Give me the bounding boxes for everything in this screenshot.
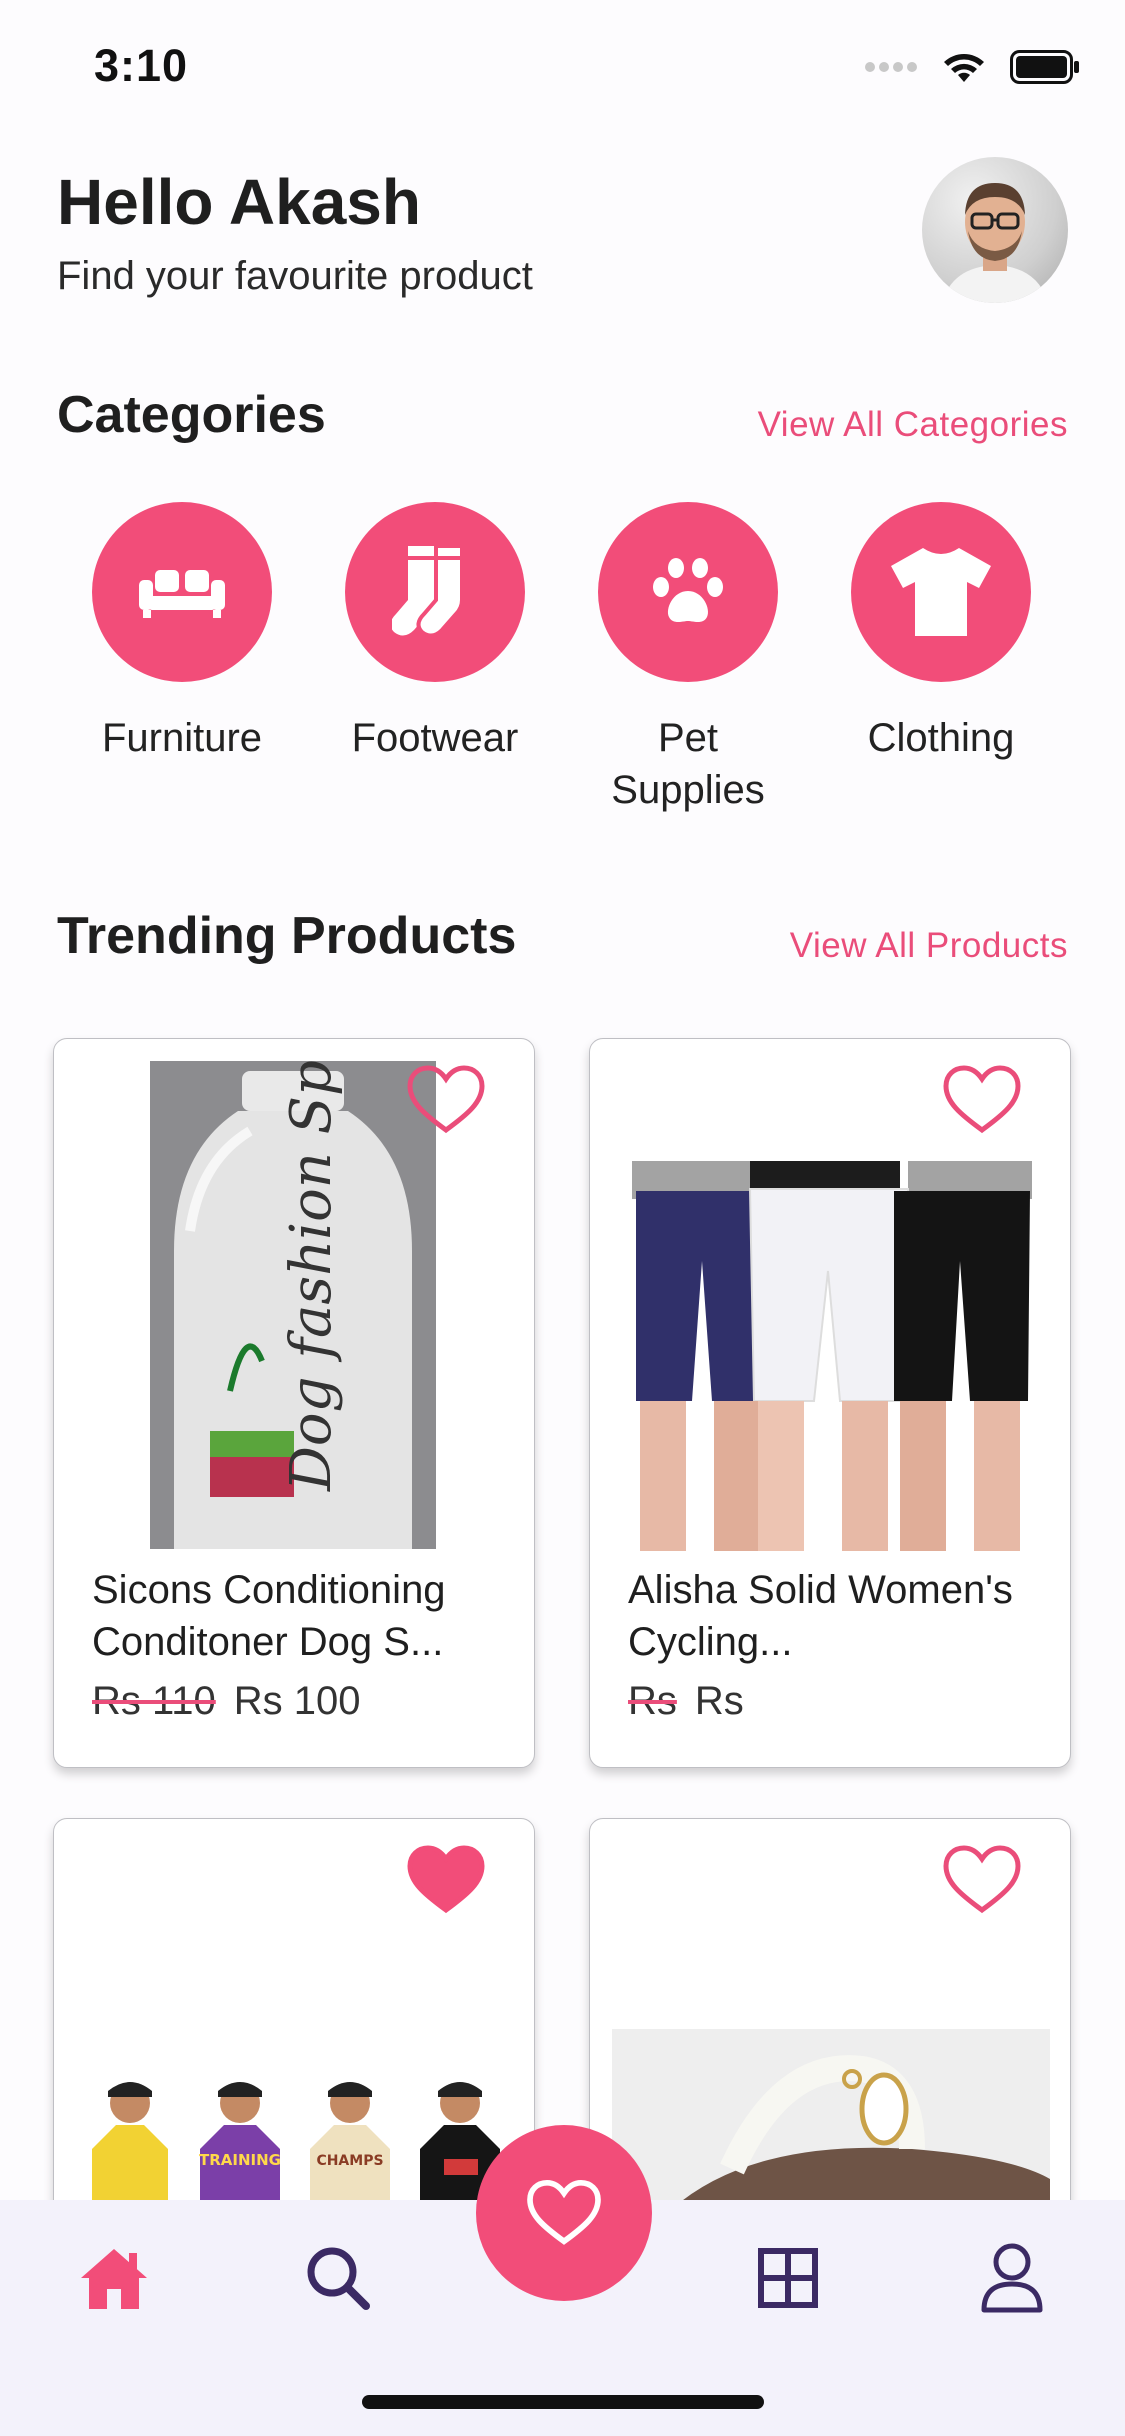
heart-filled-icon — [407, 1845, 485, 1914]
home-icon — [81, 2249, 147, 2309]
svg-text:CHAMPS: CHAMPS — [316, 2153, 383, 2169]
user-avatar-icon — [942, 183, 1048, 303]
category-furniture[interactable]: Furniture — [82, 502, 282, 764]
category-pet-supplies[interactable]: Pet Supplies — [588, 502, 788, 816]
view-all-products-link[interactable]: View All Products — [790, 926, 1068, 966]
current-price: Rs 100 — [233, 1679, 361, 1723]
avatar[interactable] — [922, 157, 1068, 303]
tshirt-icon — [891, 548, 991, 636]
search-icon — [307, 2247, 370, 2310]
product-card[interactable]: Dog fashion Spa Sicons Conditioning Cond… — [53, 1038, 535, 1768]
battery-icon — [1010, 50, 1079, 84]
kids-tshirts-image: TRAINING CHAMPS — [92, 2082, 500, 2209]
view-all-categories-link[interactable]: View All Categories — [758, 405, 1068, 445]
product-price: Rs 110 Rs 100 — [92, 1679, 361, 1724]
product-name: Alisha Solid Women's Cycling... — [628, 1568, 1013, 1664]
heart-outline-icon — [943, 1845, 1021, 1914]
category-label: Footwear — [351, 716, 519, 760]
category-icon-circle — [851, 502, 1031, 682]
product-image: TRAINING CHAMPS — [74, 2069, 516, 2209]
greeting-title: Hello Akash — [57, 166, 421, 238]
sofa-icon — [139, 570, 225, 618]
socks-icon — [392, 544, 464, 638]
category-label: Clothing — [867, 716, 1015, 760]
svg-text:TRAINING: TRAINING — [199, 2151, 281, 2169]
favourite-toggle[interactable] — [942, 1844, 1022, 1921]
product-price: Rs Rs — [628, 1679, 744, 1724]
wifi-icon — [944, 54, 984, 82]
svg-text:Dog fashion Spa: Dog fashion Spa — [279, 1061, 344, 1492]
home-indicator — [362, 2395, 764, 2409]
old-price: Rs 110 — [92, 1679, 216, 1723]
favourites-button[interactable] — [476, 2125, 652, 2301]
product-name: Sicons Conditioning Conditoner Dog S... — [92, 1568, 446, 1664]
old-price: Rs — [628, 1679, 677, 1723]
categories-title: Categories — [57, 386, 326, 444]
tab-home[interactable] — [74, 2238, 154, 2318]
favourite-toggle[interactable] — [406, 1064, 486, 1141]
product-image — [612, 2029, 1050, 2209]
product-card[interactable]: Alisha Solid Women's Cycling... Rs Rs — [589, 1038, 1071, 1768]
heart-outline-icon — [943, 1065, 1021, 1134]
status-time: 3:10 — [94, 40, 189, 91]
cycling-shorts-image — [632, 1161, 1032, 1551]
trending-title: Trending Products — [57, 907, 517, 965]
category-label: Furniture — [101, 716, 263, 760]
product-image: Dog fashion Spa — [150, 1061, 436, 1549]
favourite-toggle[interactable] — [406, 1844, 486, 1921]
heart-outline-icon — [527, 2179, 601, 2245]
paw-icon — [653, 558, 723, 622]
sandal-image — [612, 2029, 1050, 2209]
tab-profile[interactable] — [972, 2238, 1052, 2318]
status-icons — [864, 50, 1080, 84]
tab-categories[interactable] — [748, 2238, 828, 2318]
tab-search[interactable] — [298, 2238, 378, 2318]
signal-icon — [865, 62, 917, 72]
category-footwear[interactable]: Footwear — [335, 502, 535, 764]
heart-outline-icon — [407, 1065, 485, 1134]
category-label: Pet Supplies — [611, 716, 765, 812]
shampoo-bottle-image: Dog fashion Spa — [174, 1061, 412, 1549]
category-icon-circle — [92, 502, 272, 682]
category-icon-circle — [598, 502, 778, 682]
profile-icon — [981, 2243, 1043, 2313]
category-icon-circle — [345, 502, 525, 682]
product-image — [618, 1161, 1048, 1551]
favourite-toggle[interactable] — [942, 1064, 1022, 1141]
greeting-subtitle: Find your favourite product — [57, 254, 533, 298]
grid-icon — [758, 2248, 818, 2308]
current-price: Rs — [694, 1679, 744, 1723]
category-clothing[interactable]: Clothing — [841, 502, 1041, 764]
